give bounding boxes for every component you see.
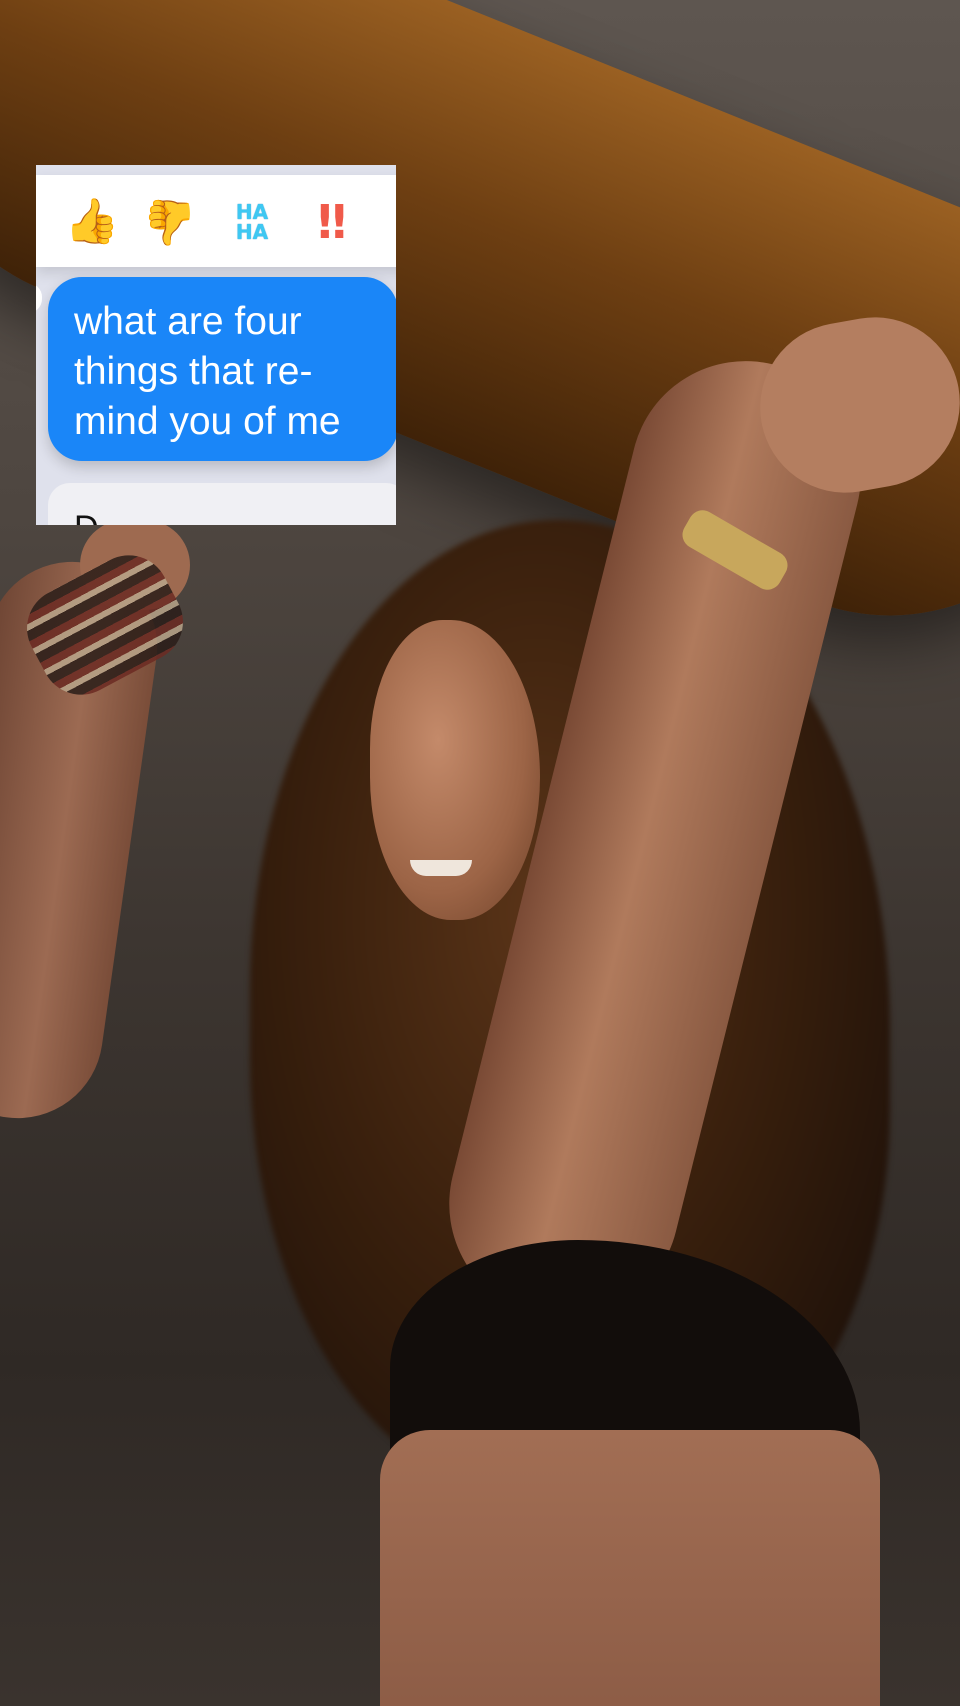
torso [380,1430,880,1706]
message-line: things that re- [74,350,313,393]
question-tapback[interactable] [384,197,396,247]
message-bubble[interactable]: what are four things that re- mind you o… [48,277,396,461]
bubble-tail [36,283,42,313]
thumbs-up-tapback[interactable]: 👍 [64,196,120,247]
message-line: mind you of me [74,400,341,443]
thumbs-up-icon: 👍 [64,196,120,247]
exclamation-icon: ‼ [317,195,347,249]
smile [410,860,472,876]
haha-tapback[interactable]: HA HA [222,197,282,247]
haha-icon: HA HA [235,200,269,244]
message-line: what are four [74,300,302,343]
next-message-text: D [74,509,99,525]
tapback-menu: 👍 👍 HA HA ‼ [36,175,396,267]
exclamation-tapback[interactable]: ‼ [302,197,354,247]
thumbs-down-tapback[interactable]: 👍 [142,197,198,248]
next-message-bubble[interactable]: D [48,483,396,525]
message-screenshot: 👍 👍 HA HA ‼ what are four things that re… [36,165,396,525]
thumbs-down-icon: 👍 [142,197,198,248]
